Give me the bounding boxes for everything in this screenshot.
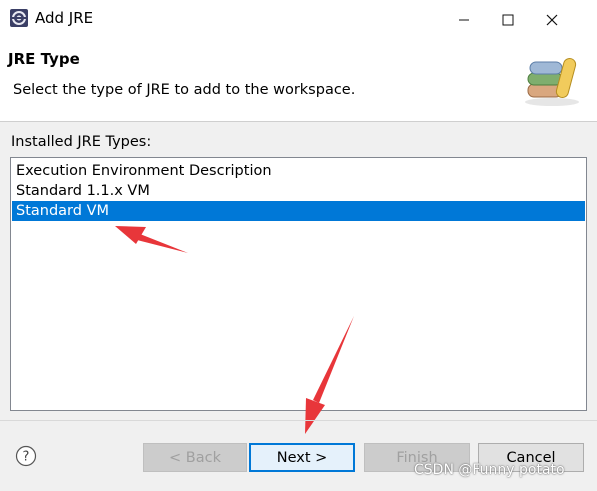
list-item-standard-1-1-x-vm[interactable]: Standard 1.1.x VM xyxy=(12,181,585,201)
back-button[interactable]: < Back xyxy=(143,443,247,472)
wizard-header: JRE Type Select the type of JRE to add t… xyxy=(0,40,597,122)
help-icon[interactable]: ? xyxy=(15,445,37,467)
books-icon xyxy=(520,46,584,108)
add-jre-dialog: Add JRE JRE Type Select the type of JRE … xyxy=(0,0,597,491)
minimize-button[interactable] xyxy=(441,0,487,40)
list-item-standard-vm[interactable]: Standard VM xyxy=(12,201,585,221)
close-button[interactable] xyxy=(529,0,575,40)
button-bar-separator xyxy=(0,420,597,421)
maximize-button[interactable] xyxy=(485,0,531,40)
page-description: Select the type of JRE to add to the wor… xyxy=(13,82,356,98)
minimize-icon xyxy=(459,19,469,21)
jre-types-list[interactable]: Execution Environment Description Standa… xyxy=(10,157,587,411)
list-item-execution-environment[interactable]: Execution Environment Description xyxy=(12,161,585,181)
window-title: Add JRE xyxy=(35,9,94,27)
maximize-icon xyxy=(502,14,514,26)
title-bar: Add JRE xyxy=(0,0,597,40)
watermark: CSDN @Funny potato xyxy=(414,462,565,478)
eclipse-icon xyxy=(10,9,28,27)
svg-text:?: ? xyxy=(23,450,30,465)
page-title: JRE Type xyxy=(8,50,80,68)
close-icon xyxy=(546,14,558,26)
next-button[interactable]: Next > xyxy=(249,443,355,472)
installed-jre-types-label: Installed JRE Types: xyxy=(11,134,152,150)
